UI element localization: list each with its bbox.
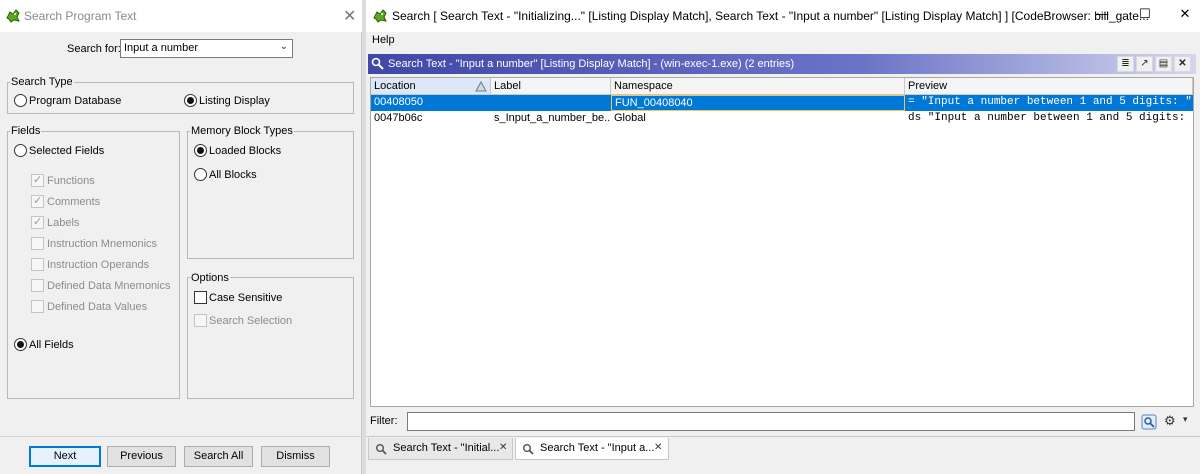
cell-preview: = "Input a number between 1 and 5 digits… bbox=[908, 96, 1192, 108]
case-sensitive-label: Case Sensitive bbox=[209, 292, 283, 304]
minimize-icon[interactable]: — bbox=[1088, 6, 1116, 21]
labels-checkbox[interactable] bbox=[31, 215, 44, 229]
filter-options-icon[interactable] bbox=[1141, 414, 1157, 430]
defined-data-mnemonics-label: Defined Data Mnemonics bbox=[47, 280, 171, 292]
provider-title: Search Text - "Input a number" [Listing … bbox=[388, 58, 795, 70]
results-provider-header: Search Text - "Input a number" [Listing … bbox=[368, 54, 1196, 74]
results-table: Location Label Namespace Preview 0040805… bbox=[370, 77, 1194, 407]
search-icon bbox=[522, 442, 534, 462]
memory-block-types-legend: Memory Block Types bbox=[190, 125, 294, 137]
options-legend: Options bbox=[190, 272, 230, 284]
make-selection-icon[interactable]: ▤ bbox=[1155, 56, 1172, 72]
close-icon[interactable]: ✕ bbox=[1171, 6, 1199, 22]
search-type-legend: Search Type bbox=[10, 76, 74, 88]
listing-display-label: Listing Display bbox=[199, 95, 270, 107]
list-view-icon[interactable]: ≣ bbox=[1117, 56, 1134, 72]
functions-label: Functions bbox=[47, 175, 95, 187]
search-all-button[interactable]: Search All bbox=[184, 446, 253, 467]
navigate-on-select-icon[interactable]: ↗ bbox=[1136, 56, 1153, 72]
ghidra-dragon-icon bbox=[6, 9, 20, 23]
defined-data-values-checkbox[interactable] bbox=[31, 300, 44, 313]
settings-icon[interactable]: ⚙ bbox=[1164, 413, 1176, 429]
loaded-blocks-radio[interactable] bbox=[194, 144, 207, 157]
all-fields-radio[interactable] bbox=[14, 338, 27, 351]
all-blocks-label: All Blocks bbox=[209, 169, 257, 181]
filter-label: Filter: bbox=[370, 415, 398, 427]
results-tab-bar: Search Text - "Initial... ✕ Search Text … bbox=[366, 436, 1200, 460]
maximize-icon[interactable]: ☐ bbox=[1131, 6, 1159, 22]
labels-label: Labels bbox=[47, 217, 80, 229]
tab-search-input-number[interactable]: Search Text - "Input a... ✕ bbox=[515, 438, 669, 460]
close-icon[interactable]: ✕ bbox=[343, 6, 356, 26]
cell-location: 0047b06c bbox=[374, 112, 423, 124]
selected-fields-radio[interactable] bbox=[14, 144, 27, 157]
instruction-operands-checkbox[interactable] bbox=[31, 258, 44, 271]
program-database-radio[interactable] bbox=[14, 94, 27, 107]
filter-bar: Filter: ⚙ ▾ bbox=[366, 410, 1200, 434]
functions-checkbox[interactable] bbox=[31, 173, 44, 187]
column-header-namespace[interactable]: Namespace bbox=[611, 78, 905, 95]
search-selection-label: Search Selection bbox=[209, 315, 293, 327]
loaded-blocks-label: Loaded Blocks bbox=[209, 145, 282, 157]
sort-ascending-icon bbox=[475, 81, 487, 92]
cell-label bbox=[491, 95, 611, 111]
close-tab-icon[interactable]: ✕ bbox=[654, 438, 662, 458]
menu-bar: Help bbox=[366, 32, 1200, 52]
search-for-label: Search for: bbox=[67, 43, 121, 55]
comments-label: Comments bbox=[47, 196, 101, 208]
window-title-bar: Search [ Search Text - "Initializing..."… bbox=[366, 0, 1200, 32]
instruction-mnemonics-label: Instruction Mnemonics bbox=[47, 238, 158, 250]
chevron-down-icon[interactable]: ⌄ bbox=[280, 41, 288, 52]
search-icon bbox=[375, 442, 387, 462]
all-blocks-radio[interactable] bbox=[194, 168, 207, 181]
close-tab-icon[interactable]: ✕ bbox=[499, 438, 507, 458]
ghidra-dragon-icon bbox=[373, 9, 387, 23]
cell-label: s_Input_a_number_be... bbox=[494, 112, 611, 124]
tab-search-initializing[interactable]: Search Text - "Initial... ✕ bbox=[368, 438, 513, 460]
menu-help[interactable]: Help bbox=[372, 34, 395, 46]
defined-data-values-label: Defined Data Values bbox=[47, 301, 148, 313]
table-row[interactable]: 0047b06c s_Input_a_number_be... Global d… bbox=[371, 111, 1193, 127]
next-button[interactable]: Next bbox=[29, 446, 101, 467]
search-icon bbox=[371, 57, 384, 70]
search-for-value: Input a number bbox=[124, 42, 198, 54]
listing-display-radio[interactable] bbox=[184, 94, 197, 107]
tab-label: Search Text - "Input a... bbox=[540, 442, 655, 454]
close-provider-icon[interactable]: ✕ bbox=[1174, 56, 1191, 72]
cell-namespace: FUN_00408040 bbox=[611, 95, 905, 111]
search-results-window: Search [ Search Text - "Initializing..."… bbox=[366, 0, 1200, 474]
column-header-preview[interactable]: Preview bbox=[905, 78, 1193, 95]
comments-checkbox[interactable] bbox=[31, 194, 44, 208]
column-header-location[interactable]: Location bbox=[371, 78, 491, 95]
selected-fields-label: Selected Fields bbox=[29, 145, 105, 157]
search-for-combobox[interactable]: Input a number ⌄ bbox=[120, 39, 293, 58]
dismiss-button[interactable]: Dismiss bbox=[261, 446, 330, 467]
instruction-operands-label: Instruction Operands bbox=[47, 259, 150, 271]
dialog-title: Search Program Text bbox=[24, 9, 137, 23]
program-database-label: Program Database bbox=[29, 95, 122, 107]
defined-data-mnemonics-checkbox[interactable] bbox=[31, 279, 44, 292]
window-title: Search [ Search Text - "Initializing..."… bbox=[392, 9, 1149, 23]
fields-legend: Fields bbox=[10, 125, 42, 137]
chevron-down-icon[interactable]: ▾ bbox=[1183, 414, 1188, 425]
search-program-text-dialog: Search Program Text ✕ Search for: Input … bbox=[0, 0, 362, 474]
all-fields-label: All Fields bbox=[29, 339, 74, 351]
case-sensitive-checkbox[interactable] bbox=[194, 291, 207, 304]
cell-location: 00408050 bbox=[374, 96, 423, 108]
dialog-title-bar: Search Program Text ✕ bbox=[0, 0, 362, 32]
column-header-label[interactable]: Label bbox=[491, 78, 611, 95]
previous-button[interactable]: Previous bbox=[107, 446, 176, 467]
tab-label: Search Text - "Initial... bbox=[393, 442, 500, 454]
instruction-mnemonics-checkbox[interactable] bbox=[31, 237, 44, 250]
table-row[interactable]: 00408050 FUN_00408040 = "Input a number … bbox=[371, 95, 1193, 111]
filter-input[interactable] bbox=[407, 412, 1135, 431]
search-selection-checkbox[interactable] bbox=[194, 314, 207, 327]
cell-namespace: Global bbox=[614, 112, 646, 124]
cell-preview: ds "Input a number between 1 and 5 digit… bbox=[908, 112, 1193, 124]
